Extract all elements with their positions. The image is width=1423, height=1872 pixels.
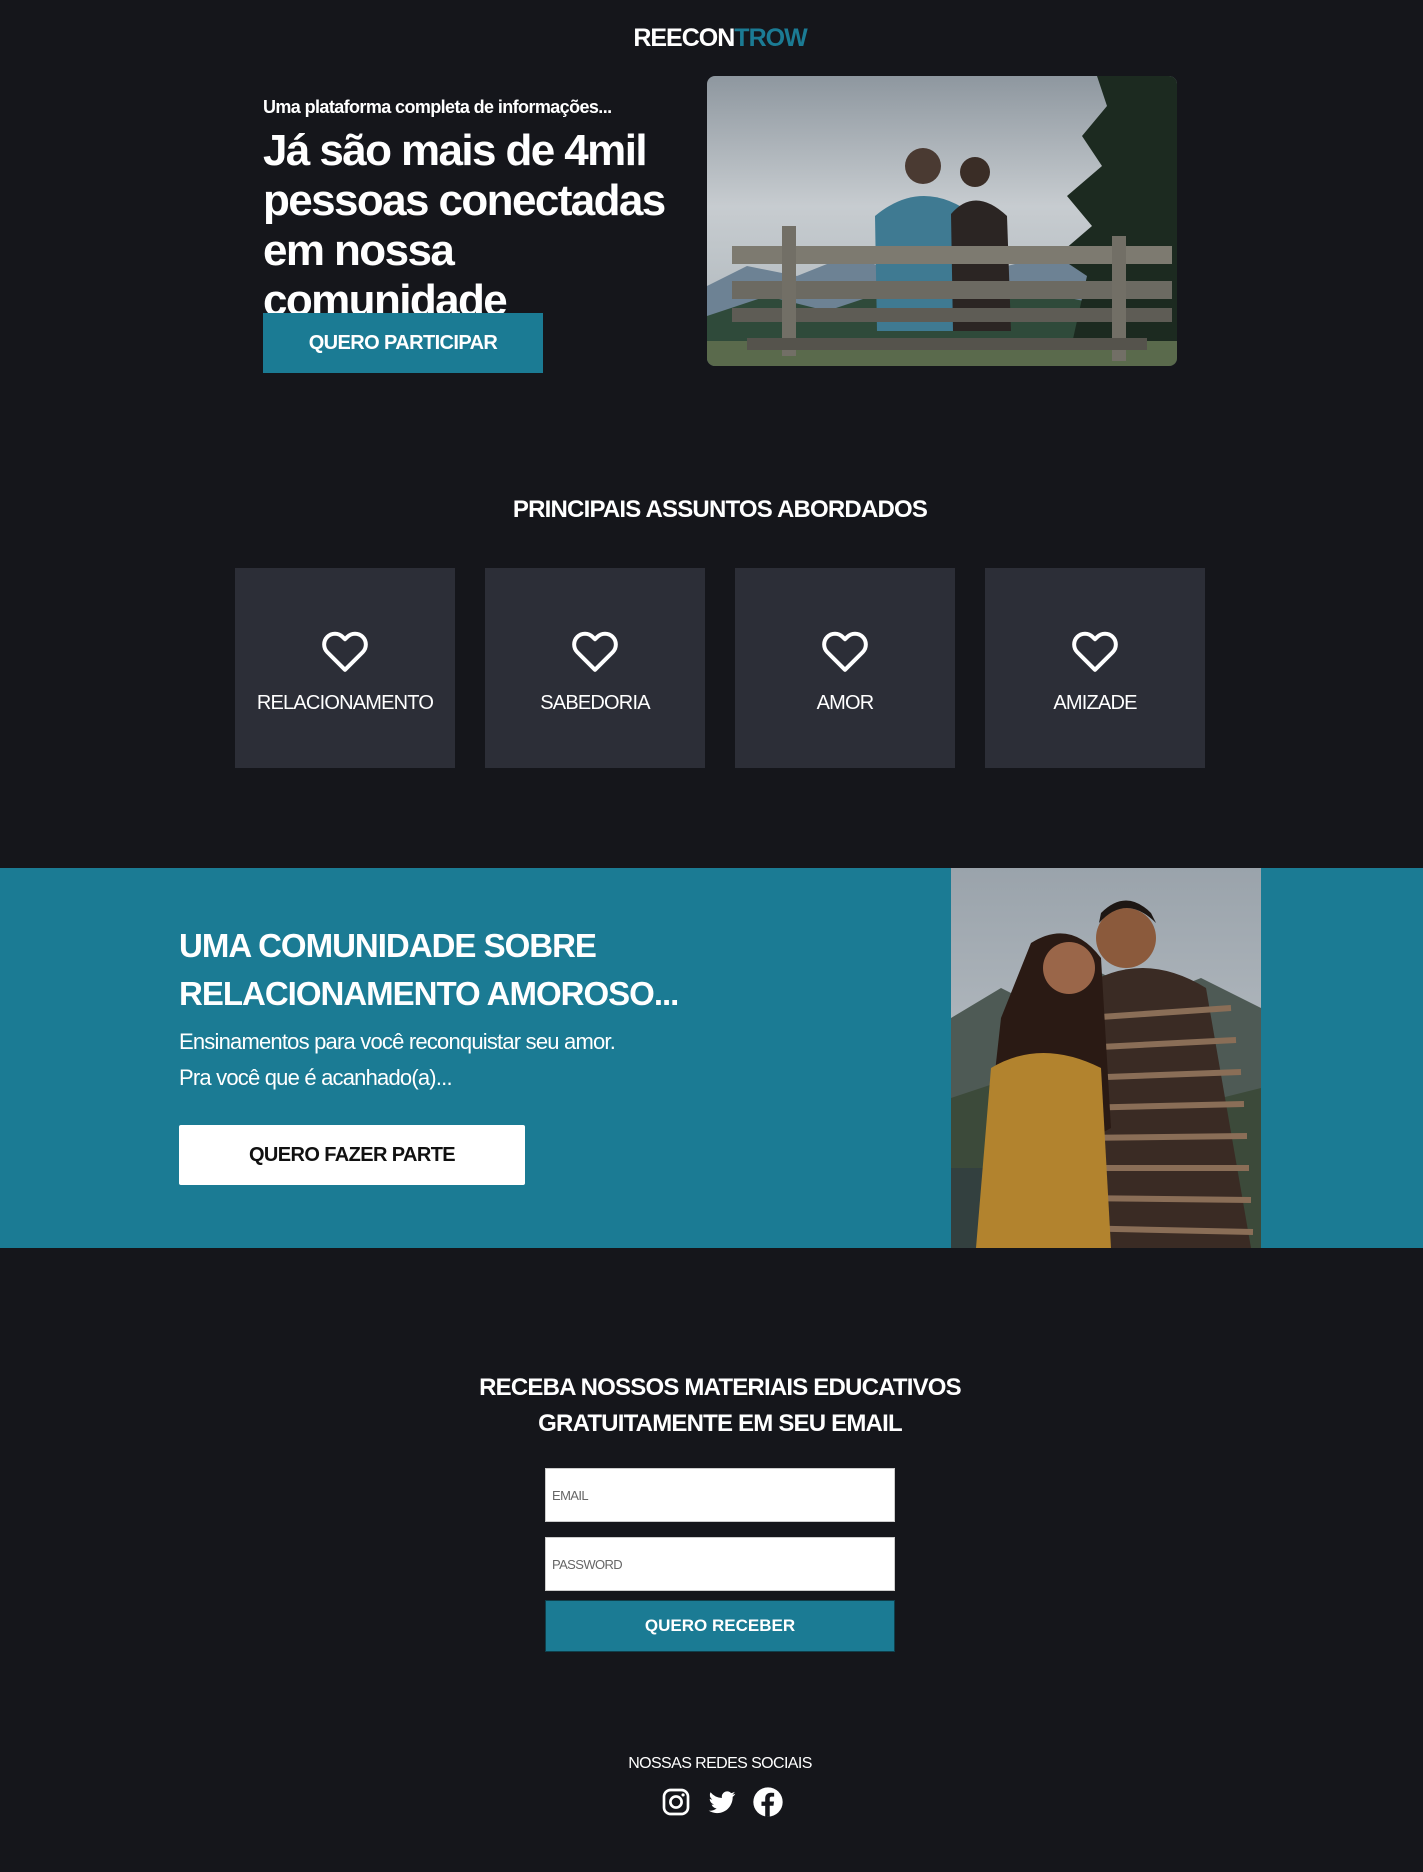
heart-icon xyxy=(572,631,618,672)
topic-label: AMIZADE xyxy=(1053,691,1137,714)
topic-label: SABEDORIA xyxy=(540,691,650,714)
hero-subtitle: Uma plataforma completa de informações..… xyxy=(263,97,612,117)
community-text: Ensinamentos para você reconquistar seu … xyxy=(179,1024,616,1096)
community-title: UMA COMUNIDADE SOBRE RELACIONAMENTO AMOR… xyxy=(179,927,679,1012)
hero-title: Já são mais de 4mil pessoas conectadas e… xyxy=(263,126,666,325)
join-button[interactable]: QUERO PARTICIPAR xyxy=(263,313,543,373)
community-section: UMA COMUNIDADE SOBRE RELACIONAMENTO AMOR… xyxy=(0,868,1423,1248)
topic-card-amor[interactable]: AMOR xyxy=(735,568,955,768)
password-field[interactable] xyxy=(545,1537,895,1591)
couple-kiss-photo xyxy=(951,868,1261,1248)
join-community-button[interactable]: QUERO FAZER PARTE xyxy=(179,1125,525,1185)
email-field[interactable] xyxy=(545,1468,895,1522)
receive-button[interactable]: QUERO RECEBER xyxy=(545,1600,895,1652)
topic-card-sabedoria[interactable]: SABEDORIA xyxy=(485,568,705,768)
heart-icon xyxy=(822,631,868,672)
topic-label: RELACIONAMENTO xyxy=(256,691,434,714)
topic-card-amizade[interactable]: AMIZADE xyxy=(985,568,1205,768)
instagram-icon[interactable] xyxy=(660,1786,692,1818)
community-line-1: Ensinamentos para você reconquistar seu … xyxy=(179,1029,616,1054)
newsletter-title-line-1: RECEBA NOSSOS MATERIAIS EDUCATIVOS xyxy=(479,1374,962,1401)
twitter-icon[interactable] xyxy=(706,1786,738,1818)
heart-icon xyxy=(322,631,368,672)
social-links xyxy=(660,1785,783,1819)
heart-icon xyxy=(1072,631,1118,672)
social-title: NOSSAS REDES SOCIAIS xyxy=(628,1755,812,1772)
newsletter-title-line-2: GRATUITAMENTE EM SEU EMAIL xyxy=(538,1410,902,1437)
topics-title: PRINCIPAIS ASSUNTOS ABORDADOS xyxy=(512,496,928,523)
topic-card-relacionamento[interactable]: RELACIONAMENTO xyxy=(235,568,455,768)
facebook-icon[interactable] xyxy=(752,1786,784,1818)
logo-part2: TROW xyxy=(734,24,807,52)
newsletter-title: RECEBA NOSSOS MATERIAIS EDUCATIVOS GRATU… xyxy=(0,1370,1423,1442)
logo[interactable]: REECONTROW xyxy=(0,24,1423,53)
community-line-2: Pra você que é acanhado(a)... xyxy=(179,1065,453,1090)
logo-part1: REECON xyxy=(633,24,735,52)
couple-bench-photo xyxy=(707,76,1177,366)
topic-label: AMOR xyxy=(816,691,875,714)
topics-grid: RELACIONAMENTO SABEDORIA AMOR AMIZADE xyxy=(235,568,1205,768)
